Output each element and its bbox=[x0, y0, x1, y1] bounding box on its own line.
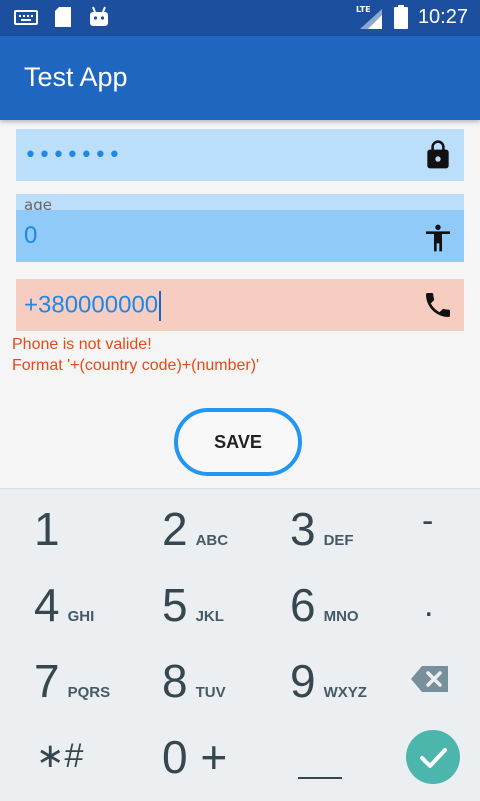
text-cursor bbox=[159, 291, 162, 321]
space-icon bbox=[298, 777, 342, 779]
phone-field[interactable]: +380000000 bbox=[16, 279, 464, 331]
key-2-letters: ABC bbox=[195, 532, 229, 549]
phone-value: +380000000 bbox=[24, 291, 162, 321]
key-4-letters: GHI bbox=[67, 608, 95, 625]
key-star-hash-symbols: ∗# bbox=[36, 737, 84, 775]
space-key[interactable] bbox=[298, 748, 342, 787]
key-6[interactable]: 6 MNO bbox=[290, 578, 359, 632]
key-5-digit: 5 bbox=[162, 579, 188, 631]
key-8-digit: 8 bbox=[162, 655, 188, 707]
backspace-key[interactable] bbox=[410, 664, 450, 699]
key-1[interactable]: 1 bbox=[34, 502, 60, 556]
key-9-digit: 9 bbox=[290, 655, 316, 707]
password-field[interactable]: ••••••• bbox=[16, 129, 464, 181]
key-minus[interactable]: - bbox=[422, 502, 433, 541]
backspace-icon bbox=[411, 666, 448, 692]
key-8-letters: TUV bbox=[195, 684, 226, 701]
key-period[interactable]: . bbox=[424, 586, 433, 625]
password-value: ••••••• bbox=[24, 143, 122, 168]
key-minus-symbol: - bbox=[422, 502, 434, 540]
phone-icon bbox=[426, 293, 450, 317]
key-7-digit: 7 bbox=[34, 655, 60, 707]
lock-icon bbox=[427, 140, 449, 169]
key-6-letters: MNO bbox=[323, 608, 359, 625]
key-2[interactable]: 2 ABC bbox=[162, 502, 228, 556]
age-value: 0 bbox=[24, 222, 38, 249]
sd-card-icon bbox=[55, 7, 71, 27]
save-button[interactable]: SAVE bbox=[174, 408, 302, 476]
phone-error-line-1: Phone is not valide! bbox=[12, 336, 152, 353]
key-8[interactable]: 8 TUV bbox=[162, 654, 226, 708]
phone-value-text: +380000000 bbox=[24, 291, 159, 319]
key-3-digit: 3 bbox=[290, 503, 316, 555]
status-bar-right: LTE 10:27 bbox=[356, 5, 468, 29]
key-9-letters: WXYZ bbox=[323, 684, 367, 701]
clock: 10:27 bbox=[417, 5, 468, 28]
battery-icon bbox=[393, 5, 408, 29]
key-0-plus[interactable]: 0 + bbox=[162, 730, 227, 784]
key-0-digit: 0 + bbox=[162, 731, 228, 783]
status-bar-left bbox=[14, 6, 110, 28]
enter-key[interactable] bbox=[406, 730, 460, 784]
key-star-hash[interactable]: ∗# bbox=[36, 736, 83, 776]
key-7[interactable]: 7 PQRS bbox=[34, 654, 110, 708]
android-icon bbox=[90, 6, 108, 26]
app-bar: Test App bbox=[0, 36, 480, 120]
key-6-digit: 6 bbox=[290, 579, 316, 631]
check-icon bbox=[420, 748, 447, 768]
lte-signal-icon: LTE bbox=[356, 5, 384, 29]
age-input[interactable]: 0 bbox=[16, 210, 464, 262]
key-7-letters: PQRS bbox=[67, 684, 111, 701]
keyboard-icon bbox=[14, 10, 38, 25]
app-title: Test App bbox=[24, 62, 128, 92]
key-5-letters: JKL bbox=[195, 608, 224, 625]
person-icon bbox=[426, 224, 450, 252]
key-4[interactable]: 4 GHI bbox=[34, 578, 94, 632]
age-field[interactable]: age 0 bbox=[16, 194, 464, 262]
key-1-digit: 1 bbox=[34, 503, 60, 555]
key-3-letters: DEF bbox=[323, 532, 354, 549]
key-period-symbol: . bbox=[424, 586, 434, 624]
key-2-digit: 2 bbox=[162, 503, 188, 555]
key-9[interactable]: 9 WXYZ bbox=[290, 654, 367, 708]
key-3[interactable]: 3 DEF bbox=[290, 502, 354, 556]
key-5[interactable]: 5 JKL bbox=[162, 578, 224, 632]
status-bar: LTE 10:27 bbox=[0, 0, 480, 36]
phone-error-line-2: Format '+(country code)+(number)' bbox=[12, 357, 260, 374]
key-4-digit: 4 bbox=[34, 579, 60, 631]
